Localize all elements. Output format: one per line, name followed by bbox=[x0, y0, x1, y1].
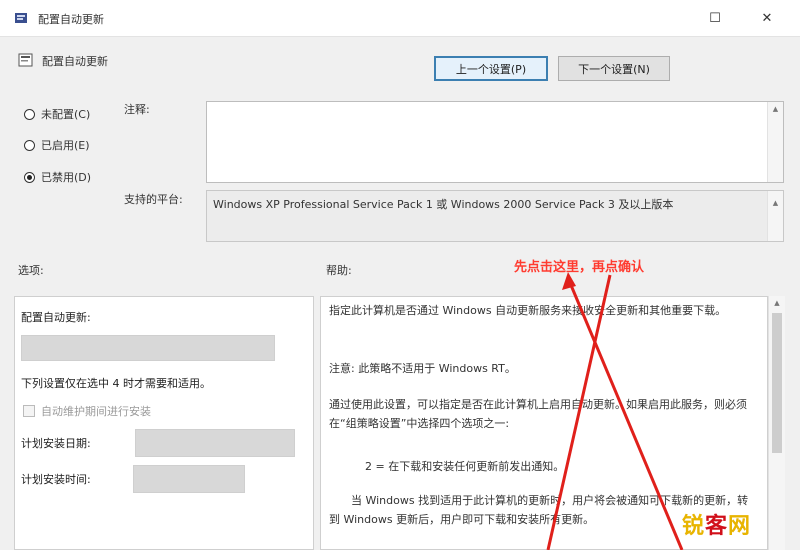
radio-not-configured[interactable]: 未配置(C) bbox=[24, 106, 90, 122]
platform-scrollbar[interactable]: ▲ bbox=[767, 191, 783, 241]
options-required-note: 下列设置仅在选中 4 时才需要和适用。 bbox=[21, 377, 211, 390]
help-scroll-thumb[interactable] bbox=[772, 313, 782, 453]
help-label: 帮助: bbox=[326, 264, 352, 277]
help-scrollbar[interactable]: ▲ bbox=[768, 296, 785, 550]
maximize-button[interactable]: ☐ bbox=[692, 0, 738, 36]
radio-disabled-label: 已禁用(D) bbox=[41, 171, 92, 184]
watermark-char-3: 网 bbox=[728, 514, 752, 539]
radio-enabled-dot bbox=[24, 139, 35, 151]
help-paragraph-4: 2 = 在下载和安装任何更新前发出通知。 bbox=[365, 460, 565, 473]
supported-platform-label: 支持的平台: bbox=[124, 193, 183, 206]
radio-enabled-label: 已启用(E) bbox=[41, 139, 90, 152]
comment-textarea[interactable]: ▲ bbox=[206, 101, 784, 183]
title-bar: 配置自动更新 ☐ ✕ bbox=[0, 0, 800, 37]
close-icon: ✕ bbox=[761, 10, 773, 26]
policy-icon bbox=[15, 13, 27, 23]
setting-title: 配置自动更新 bbox=[42, 55, 108, 68]
supported-platform-value: Windows XP Professional Service Pack 1 或… bbox=[206, 190, 784, 242]
radio-enabled[interactable]: 已启用(E) bbox=[24, 137, 90, 153]
install-day-label: 计划安装日期: bbox=[21, 437, 91, 450]
options-heading: 配置自动更新: bbox=[21, 311, 91, 324]
maintenance-install-checkbox[interactable]: 自动维护期间进行安装 bbox=[23, 403, 151, 419]
options-label: 选项: bbox=[18, 264, 44, 277]
maintenance-install-label: 自动维护期间进行安装 bbox=[41, 405, 151, 418]
annotation-text: 先点击这里，再点确认 bbox=[514, 260, 645, 275]
help-scroll-up-icon[interactable]: ▲ bbox=[769, 299, 785, 307]
help-paragraph-3: 通过使用此设置，可以指定是否在此计算机上启用自动更新。如果启用此服务，则必须在“… bbox=[329, 398, 747, 430]
close-button[interactable]: ✕ bbox=[744, 0, 790, 36]
install-day-dropdown[interactable] bbox=[135, 429, 295, 457]
auto-update-dropdown[interactable] bbox=[21, 335, 275, 361]
next-setting-button[interactable]: 下一个设置(N) bbox=[558, 56, 670, 81]
comment-label: 注释: bbox=[124, 103, 150, 116]
supported-platform-text: Windows XP Professional Service Pack 1 或… bbox=[213, 198, 674, 211]
comment-scrollbar[interactable]: ▲ bbox=[767, 102, 783, 182]
watermark-char-2: 客 bbox=[705, 514, 729, 539]
maximize-icon: ☐ bbox=[709, 10, 721, 26]
radio-not-configured-label: 未配置(C) bbox=[41, 108, 91, 121]
help-paragraph-2: 注意: 此策略不适用于 Windows RT。 bbox=[329, 362, 516, 375]
platform-scroll-up-icon[interactable]: ▲ bbox=[768, 194, 783, 213]
window-title: 配置自动更新 bbox=[38, 13, 104, 26]
watermark-char-1: 锐 bbox=[682, 514, 706, 539]
radio-disabled-dot bbox=[24, 171, 35, 183]
radio-disabled[interactable]: 已禁用(D) bbox=[24, 169, 91, 185]
install-time-label: 计划安装时间: bbox=[21, 473, 91, 486]
maintenance-install-box[interactable] bbox=[23, 405, 35, 417]
site-watermark: 锐客网 bbox=[682, 508, 751, 540]
scroll-up-icon[interactable]: ▲ bbox=[768, 105, 783, 113]
install-time-dropdown[interactable] bbox=[133, 465, 245, 493]
radio-not-configured-dot bbox=[24, 108, 35, 120]
options-pane: 配置自动更新: 下列设置仅在选中 4 时才需要和适用。 自动维护期间进行安装 计… bbox=[14, 296, 314, 550]
previous-setting-button[interactable]: 上一个设置(P) bbox=[434, 56, 548, 81]
help-paragraph-1: 指定此计算机是否通过 Windows 自动更新服务来接收安全更新和其他重要下载。 bbox=[329, 304, 727, 317]
setting-page-icon bbox=[18, 53, 33, 67]
